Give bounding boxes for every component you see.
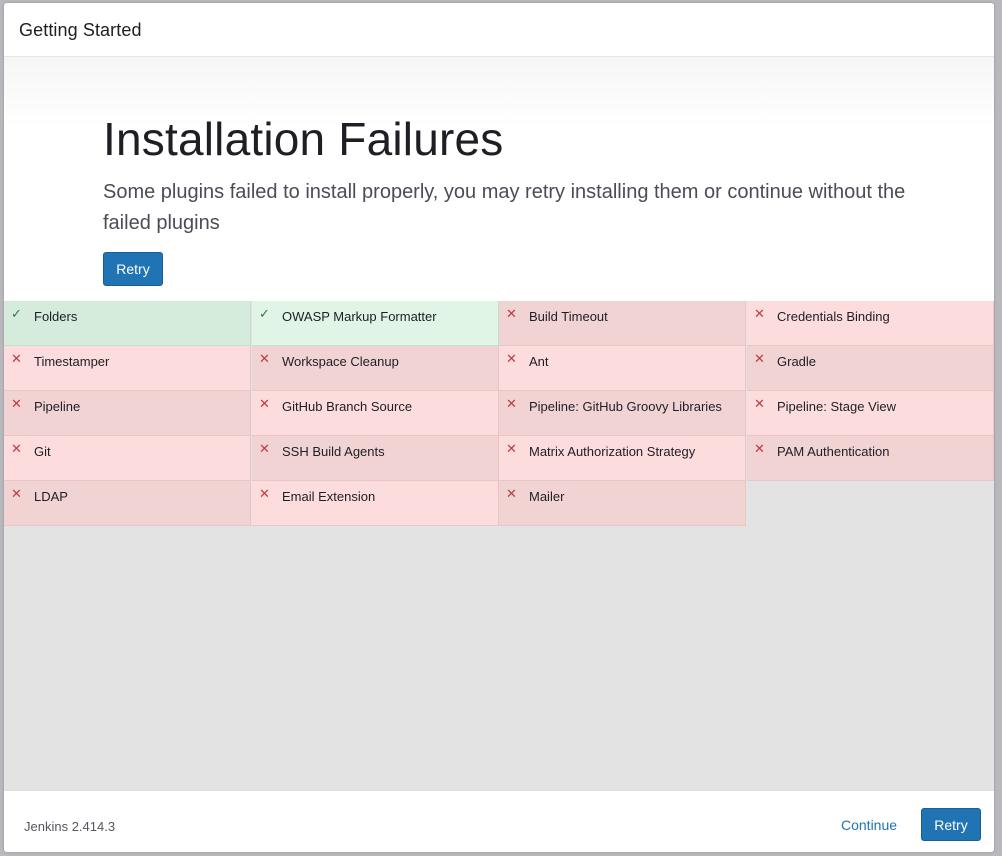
page-description: Some plugins failed to install properly,… bbox=[103, 181, 906, 234]
version-label: Jenkins 2.414.3 bbox=[24, 819, 116, 834]
cross-icon: ✕ bbox=[259, 486, 270, 501]
dialog-footer: Jenkins 2.414.3 Continue Retry bbox=[4, 789, 994, 852]
plugin-tile: ✕ Workspace Cleanup bbox=[252, 346, 499, 391]
plugin-tile: ✕ Pipeline: Stage View bbox=[747, 391, 994, 436]
plugin-tile: ✓ Folders bbox=[4, 301, 251, 346]
plugin-name: Mailer bbox=[529, 489, 565, 504]
plugin-name: LDAP bbox=[34, 489, 68, 504]
plugin-name: Git bbox=[34, 444, 51, 459]
hero-section: Installation Failures Some plugins faile… bbox=[4, 57, 994, 301]
plugin-tile: ✕ Email Extension bbox=[252, 481, 499, 526]
plugin-tile: ✕ Pipeline: GitHub Groovy Libraries bbox=[499, 391, 746, 436]
plugin-tile: ✓ OWASP Markup Formatter bbox=[252, 301, 499, 346]
cross-icon: ✕ bbox=[754, 441, 765, 456]
plugin-name: PAM Authentication bbox=[777, 444, 890, 459]
cross-icon: ✕ bbox=[11, 441, 22, 456]
cross-icon: ✕ bbox=[259, 441, 270, 456]
plugin-name: Pipeline: GitHub Groovy Libraries bbox=[529, 399, 722, 414]
plugin-tile: ✕ Credentials Binding bbox=[747, 301, 994, 346]
cross-icon: ✕ bbox=[11, 396, 22, 411]
cross-icon: ✕ bbox=[506, 396, 517, 411]
plugin-name: Credentials Binding bbox=[777, 309, 890, 324]
plugin-tile: ✕ SSH Build Agents bbox=[252, 436, 499, 481]
plugin-name: Ant bbox=[529, 354, 549, 369]
plugin-name: OWASP Markup Formatter bbox=[282, 309, 437, 324]
checkmark-icon: ✓ bbox=[259, 306, 270, 321]
cross-icon: ✕ bbox=[506, 441, 517, 456]
cross-icon: ✕ bbox=[506, 486, 517, 501]
plugin-status-grid: ✓ Folders ✓ OWASP Markup Formatter ✕ Build Ti… bbox=[4, 301, 994, 789]
cross-icon: ✕ bbox=[754, 306, 765, 321]
plugin-tile: ✕ Git bbox=[4, 436, 251, 481]
plugin-name: Pipeline: Stage View bbox=[777, 399, 897, 414]
plugin-name: SSH Build Agents bbox=[282, 444, 385, 459]
footer-retry-button[interactable]: Retry bbox=[921, 808, 981, 841]
cross-icon: ✕ bbox=[754, 351, 765, 366]
cross-icon: ✕ bbox=[754, 396, 765, 411]
setup-wizard-dialog: Getting Started Installation Failures So… bbox=[4, 3, 994, 852]
cross-icon: ✕ bbox=[11, 351, 22, 366]
retry-button[interactable]: Retry bbox=[103, 252, 163, 286]
plugin-tile: ✕ Ant bbox=[499, 346, 746, 391]
dialog-header: Getting Started bbox=[4, 3, 994, 57]
plugin-tile: ✕ Build Timeout bbox=[499, 301, 746, 346]
plugin-name: Folders bbox=[34, 309, 78, 324]
plugin-name: Matrix Authorization Strategy bbox=[529, 444, 696, 459]
plugin-tile: ✕ LDAP bbox=[4, 481, 251, 526]
continue-button[interactable]: Continue bbox=[841, 817, 897, 833]
plugin-tile: ✕ Timestamper bbox=[4, 346, 251, 391]
plugin-name: Gradle bbox=[777, 354, 817, 369]
cross-icon: ✕ bbox=[506, 306, 517, 321]
plugin-tile: ✕ Pipeline bbox=[4, 391, 251, 436]
checkmark-icon: ✓ bbox=[11, 306, 22, 321]
plugin-name: Workspace Cleanup bbox=[282, 354, 399, 369]
plugin-tile: ✕ Matrix Authorization Strategy bbox=[499, 436, 746, 481]
plugin-tile: ✕ GitHub Branch Source bbox=[252, 391, 499, 436]
cross-icon: ✕ bbox=[259, 396, 270, 411]
plugin-tile: ✕ Mailer bbox=[499, 481, 746, 526]
plugin-name: Pipeline bbox=[34, 399, 81, 414]
plugin-tile: ✕ PAM Authentication bbox=[747, 436, 994, 481]
plugin-tile: ✕ Gradle bbox=[747, 346, 994, 391]
dialog-title: Getting Started bbox=[19, 20, 142, 40]
plugin-name: Email Extension bbox=[282, 489, 376, 504]
plugin-name: GitHub Branch Source bbox=[282, 399, 413, 414]
page-title: Installation Failures bbox=[103, 113, 504, 165]
cross-icon: ✕ bbox=[506, 351, 517, 366]
plugin-name: Build Timeout bbox=[529, 309, 608, 324]
cross-icon: ✕ bbox=[11, 486, 22, 501]
cross-icon: ✕ bbox=[259, 351, 270, 366]
plugin-name: Timestamper bbox=[34, 354, 110, 369]
